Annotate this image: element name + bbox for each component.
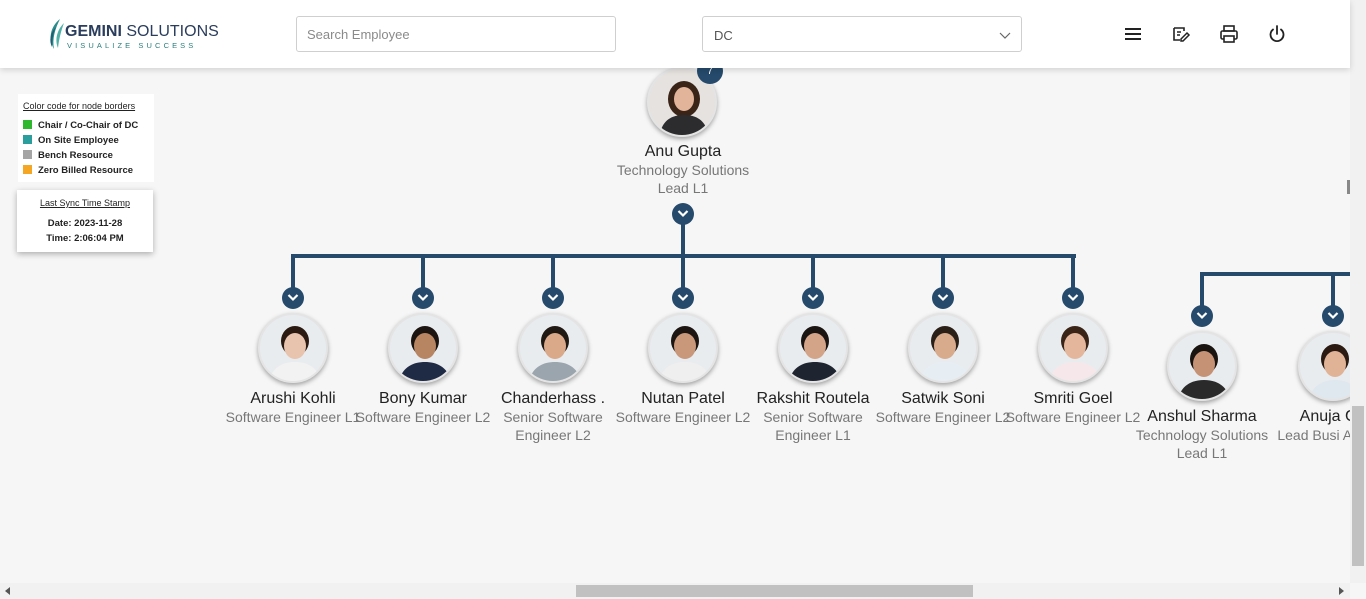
employee-name: Rakshit Routela bbox=[756, 390, 870, 407]
legend-title: Color code for node borders bbox=[23, 101, 136, 111]
employee-name: Bony Kumar bbox=[378, 390, 468, 407]
vertical-scrollbar[interactable] bbox=[1350, 0, 1366, 583]
employee-name: Chanderhass . bbox=[500, 390, 606, 407]
connector-line bbox=[1331, 272, 1335, 309]
legend-item-zero-billed: Zero Billed Resource bbox=[23, 165, 133, 177]
employee-designation: Senior Software Engineer L2 bbox=[503, 409, 603, 443]
avatar[interactable] bbox=[258, 313, 328, 383]
expand-toggle-button[interactable] bbox=[1191, 305, 1213, 327]
legend-item-chair: Chair / Co-Chair of DC bbox=[23, 120, 138, 132]
sync-time: Time: 2:06:04 PM bbox=[46, 233, 124, 244]
connector-line bbox=[551, 254, 555, 291]
employee-name: Anshul Sharma bbox=[1147, 408, 1257, 425]
profile-photo-icon bbox=[520, 315, 586, 381]
top-navbar: GEMINI SOLUTIONS VISUALIZE SUCCESS DC bbox=[0, 0, 1350, 68]
connector-line bbox=[941, 254, 945, 291]
legend-item-bench: Bench Resource bbox=[23, 150, 113, 162]
chevron-down-icon bbox=[547, 294, 559, 302]
employee-designation: Software Engineer L1 bbox=[225, 409, 361, 425]
collapse-toggle-button[interactable] bbox=[672, 203, 694, 225]
chevron-down-icon bbox=[417, 294, 429, 302]
scroll-right-arrow-icon[interactable] bbox=[1337, 587, 1345, 595]
employee-designation: Technology Solutions Lead L1 bbox=[616, 162, 750, 196]
connector-line bbox=[1071, 254, 1075, 291]
chevron-down-icon bbox=[999, 32, 1011, 39]
avatar[interactable] bbox=[1167, 331, 1237, 401]
profile-photo-icon bbox=[650, 315, 716, 381]
profile-photo-icon bbox=[910, 315, 976, 381]
hamburger-menu-icon[interactable] bbox=[1123, 24, 1143, 44]
connector-line bbox=[1200, 272, 1350, 276]
connector-line bbox=[421, 254, 425, 291]
color-legend: Color code for node borders Chair / Co-C… bbox=[18, 94, 154, 182]
profile-photo-icon bbox=[1040, 315, 1106, 381]
avatar[interactable] bbox=[1038, 313, 1108, 383]
employee-designation: Senior Software Engineer L1 bbox=[763, 409, 863, 443]
employee-designation: Software Engineer L2 bbox=[1005, 409, 1141, 425]
connector-line bbox=[1200, 272, 1204, 309]
horizontal-scroll-thumb[interactable] bbox=[576, 585, 973, 597]
employee-designation: Software Engineer L2 bbox=[355, 409, 491, 425]
chevron-down-icon bbox=[807, 294, 819, 302]
avatar[interactable] bbox=[518, 313, 588, 383]
avatar[interactable] bbox=[908, 313, 978, 383]
sync-date: Date: 2023-11-28 bbox=[47, 218, 123, 229]
expand-toggle-button[interactable] bbox=[802, 287, 824, 309]
expand-toggle-button[interactable] bbox=[1322, 305, 1344, 327]
horizontal-scrollbar[interactable] bbox=[0, 583, 1350, 599]
connector-line bbox=[811, 254, 815, 291]
employee-name: Nutan Patel bbox=[641, 390, 725, 407]
expand-toggle-button[interactable] bbox=[542, 287, 564, 309]
sync-title: Last Sync Time Stamp bbox=[39, 198, 131, 208]
expand-toggle-button[interactable] bbox=[672, 287, 694, 309]
chevron-down-icon bbox=[677, 294, 689, 302]
employee-name: Arushi Kohli bbox=[250, 390, 336, 407]
department-select[interactable]: DC bbox=[702, 16, 1022, 52]
scroll-left-arrow-icon[interactable] bbox=[4, 587, 12, 595]
chevron-down-icon bbox=[1327, 312, 1339, 320]
logo-tagline: VISUALIZE SUCCESS bbox=[67, 41, 197, 50]
profile-photo-icon bbox=[390, 315, 456, 381]
avatar[interactable] bbox=[778, 313, 848, 383]
vertical-scroll-thumb[interactable] bbox=[1352, 406, 1364, 566]
legend-swatch bbox=[23, 120, 32, 129]
chevron-down-icon bbox=[677, 210, 689, 218]
legend-swatch bbox=[23, 165, 32, 174]
employee-name: Satwik Soni bbox=[901, 390, 985, 407]
gemini-solutions-logo[interactable]: GEMINI SOLUTIONS VISUALIZE SUCCESS bbox=[46, 17, 219, 51]
power-logout-icon[interactable] bbox=[1267, 24, 1287, 44]
chevron-down-icon bbox=[1196, 312, 1208, 320]
avatar[interactable] bbox=[648, 313, 718, 383]
department-select-value: DC bbox=[714, 28, 733, 43]
avatar[interactable] bbox=[388, 313, 458, 383]
connector-line bbox=[681, 224, 685, 256]
expand-toggle-button[interactable] bbox=[1062, 287, 1084, 309]
logo-wordmark: GEMINI SOLUTIONS bbox=[65, 23, 219, 40]
legend-swatch bbox=[23, 150, 32, 159]
chevron-down-icon bbox=[287, 294, 299, 302]
print-icon[interactable] bbox=[1219, 24, 1239, 44]
connector-line bbox=[681, 254, 685, 291]
profile-photo-icon bbox=[260, 315, 326, 381]
employee-designation: Technology Solutions Lead L1 bbox=[1135, 427, 1269, 461]
connector-line bbox=[291, 254, 295, 291]
expand-toggle-button[interactable] bbox=[282, 287, 304, 309]
chevron-down-icon bbox=[1067, 294, 1079, 302]
employee-designation: Software Engineer L2 bbox=[615, 409, 751, 425]
expand-toggle-button[interactable] bbox=[932, 287, 954, 309]
search-employee-input[interactable] bbox=[296, 16, 616, 52]
legend-item-onsite: On Site Employee bbox=[23, 135, 119, 147]
expand-toggle-button[interactable] bbox=[412, 287, 434, 309]
profile-photo-icon bbox=[780, 315, 846, 381]
employee-name: Smriti Goel bbox=[1033, 390, 1113, 407]
employee-name: Anu Gupta bbox=[644, 143, 722, 160]
legend-swatch bbox=[23, 135, 32, 144]
employee-designation: Software Engineer L2 bbox=[875, 409, 1011, 425]
feedback-edit-icon[interactable] bbox=[1171, 24, 1191, 44]
sync-timestamp-card: Last Sync Time Stamp Date: 2023-11-28 Ti… bbox=[17, 190, 153, 252]
chevron-down-icon bbox=[937, 294, 949, 302]
profile-photo-icon bbox=[1169, 333, 1235, 399]
